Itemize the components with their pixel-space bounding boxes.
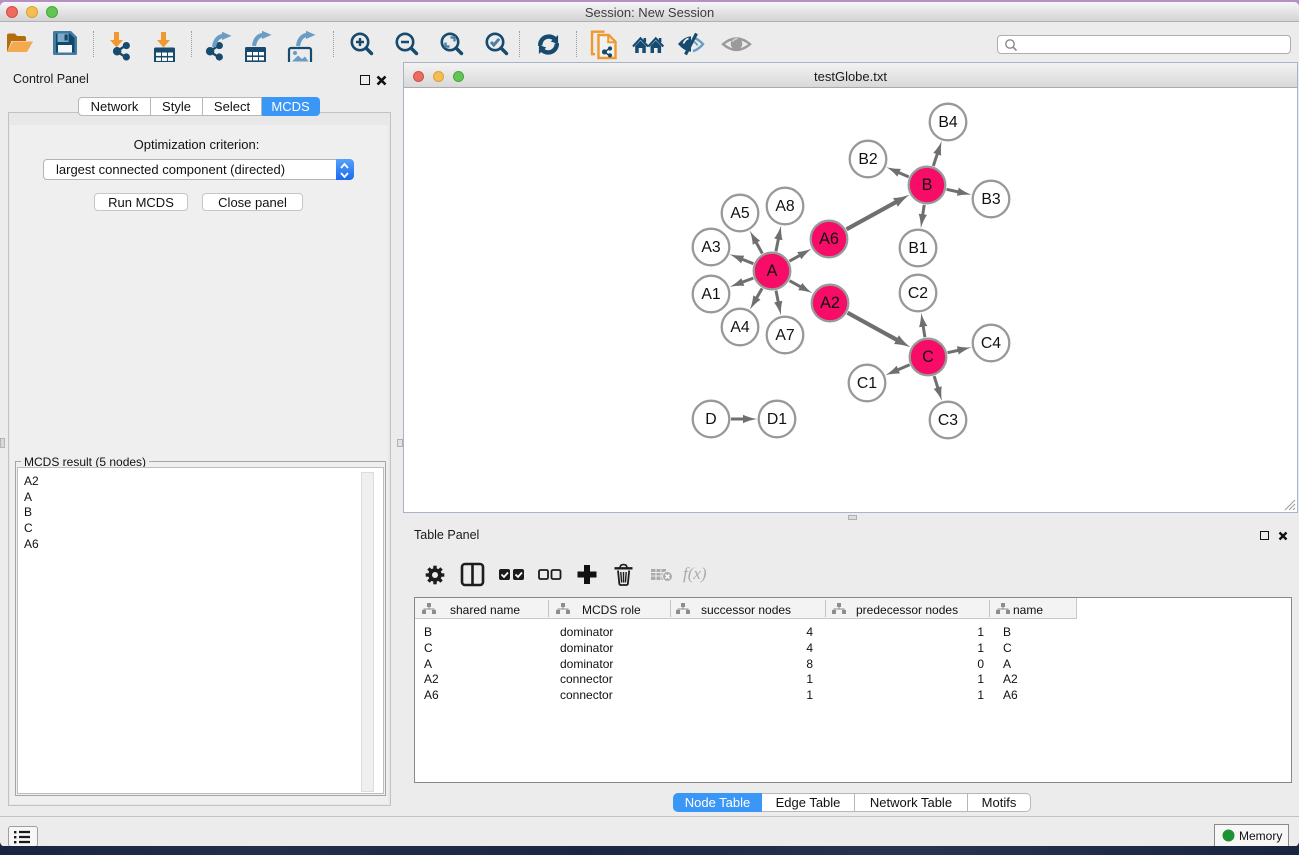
svg-text:B3: B3 bbox=[981, 191, 1001, 208]
svg-text:C: C bbox=[922, 348, 934, 366]
svg-text:A6: A6 bbox=[819, 230, 839, 248]
svg-text:B1: B1 bbox=[908, 240, 928, 257]
svg-text:A2: A2 bbox=[820, 294, 840, 312]
svg-text:A4: A4 bbox=[730, 319, 750, 336]
svg-text:C2: C2 bbox=[908, 285, 928, 302]
svg-text:D1: D1 bbox=[767, 411, 787, 428]
svg-text:C1: C1 bbox=[857, 375, 877, 392]
svg-text:B4: B4 bbox=[938, 114, 958, 131]
svg-text:B2: B2 bbox=[858, 151, 877, 168]
svg-text:B: B bbox=[922, 176, 933, 194]
svg-text:A7: A7 bbox=[775, 327, 794, 344]
svg-text:C4: C4 bbox=[981, 335, 1001, 352]
svg-text:C3: C3 bbox=[938, 412, 958, 429]
svg-text:D: D bbox=[705, 411, 716, 428]
svg-text:A1: A1 bbox=[701, 286, 721, 303]
svg-text:A3: A3 bbox=[701, 239, 721, 256]
svg-text:A5: A5 bbox=[730, 205, 750, 222]
svg-text:A8: A8 bbox=[775, 198, 795, 215]
svg-text:A: A bbox=[767, 262, 778, 280]
